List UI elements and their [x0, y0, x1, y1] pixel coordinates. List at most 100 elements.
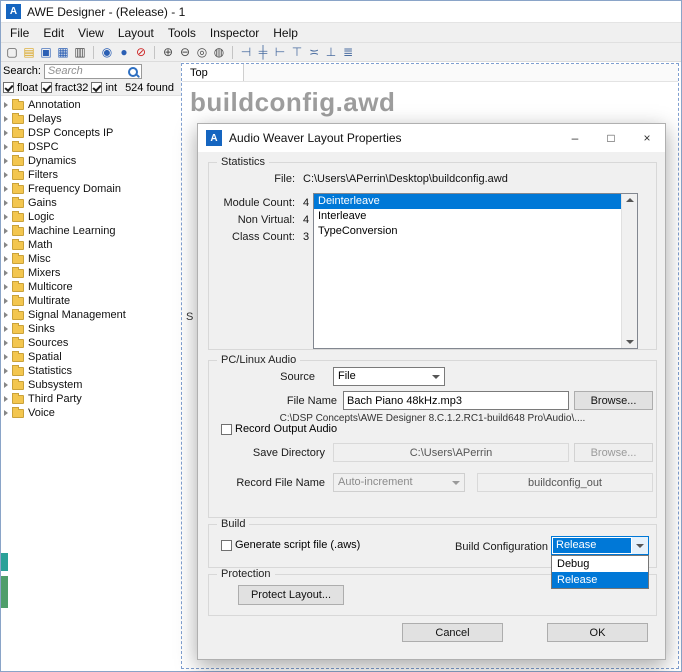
expander-icon[interactable] — [4, 242, 8, 248]
tree-item-subsystem[interactable]: Subsystem — [1, 378, 181, 392]
expander-icon[interactable] — [4, 228, 8, 234]
list-scrollbar[interactable] — [621, 194, 637, 348]
minimize-button[interactable]: – — [557, 124, 593, 152]
tree-item-misc[interactable]: Misc — [1, 252, 181, 266]
tree-item-dynamics[interactable]: Dynamics — [1, 154, 181, 168]
menu-view[interactable]: View — [71, 24, 111, 42]
align-right-icon[interactable]: ⊢ — [272, 44, 288, 60]
run-icon[interactable]: ● — [116, 44, 132, 60]
docked-tab-icon[interactable] — [1, 576, 8, 608]
tree-item-gains[interactable]: Gains — [1, 196, 181, 210]
tree-item-spatial[interactable]: Spatial — [1, 350, 181, 364]
expander-icon[interactable] — [4, 214, 8, 220]
zoom-out-icon[interactable]: ⊖ — [177, 44, 193, 60]
expander-icon[interactable] — [4, 144, 8, 150]
tree-item-dspc[interactable]: DSPC — [1, 140, 181, 154]
align-center-icon[interactable]: ╪ — [255, 44, 271, 60]
build-configuration-combobox[interactable]: Release — [551, 536, 649, 555]
distribute-icon[interactable]: ≣ — [340, 44, 356, 60]
fract32-checkbox[interactable] — [41, 82, 52, 93]
tree-item-multicore[interactable]: Multicore — [1, 280, 181, 294]
expander-icon[interactable] — [4, 312, 8, 318]
generate-script-checkbox[interactable] — [221, 540, 232, 551]
save-all-icon[interactable]: ▦ — [55, 44, 71, 60]
docked-tab-icon[interactable] — [1, 553, 8, 571]
align-left-icon[interactable]: ⊣ — [238, 44, 254, 60]
filter-fract32[interactable]: fract32 — [41, 82, 89, 94]
menu-file[interactable]: File — [3, 24, 36, 42]
zoom-in-icon[interactable]: ⊕ — [160, 44, 176, 60]
menu-layout[interactable]: Layout — [111, 24, 161, 42]
expander-icon[interactable] — [4, 340, 8, 346]
cancel-button[interactable]: Cancel — [402, 623, 503, 642]
expander-icon[interactable] — [4, 284, 8, 290]
tree-item-delays[interactable]: Delays — [1, 112, 181, 126]
record-output-checkbox-row[interactable]: Record Output Audio — [221, 423, 337, 435]
browse-file-button[interactable]: Browse... — [574, 391, 653, 410]
expander-icon[interactable] — [4, 130, 8, 136]
tree-item-statistics[interactable]: Statistics — [1, 364, 181, 378]
tree-item-dsp-concepts-ip[interactable]: DSP Concepts IP — [1, 126, 181, 140]
tree-item-voice[interactable]: Voice — [1, 406, 181, 420]
file-name-input[interactable] — [344, 392, 568, 409]
chevron-down-icon[interactable] — [428, 368, 444, 385]
menu-tools[interactable]: Tools — [161, 24, 203, 42]
align-top-icon[interactable]: ⊤ — [289, 44, 305, 60]
module-list-item[interactable]: Interleave — [314, 209, 621, 224]
close-button[interactable]: × — [629, 124, 665, 152]
tree-item-signal-management[interactable]: Signal Management — [1, 308, 181, 322]
search-icon[interactable] — [127, 66, 139, 78]
record-output-checkbox[interactable] — [221, 424, 232, 435]
tree-item-machine-learning[interactable]: Machine Learning — [1, 224, 181, 238]
tree-item-sinks[interactable]: Sinks — [1, 322, 181, 336]
zoom-selection-icon[interactable]: ◍ — [211, 44, 227, 60]
float-checkbox[interactable] — [3, 82, 14, 93]
align-bottom-icon[interactable]: ⊥ — [323, 44, 339, 60]
connect-icon[interactable]: ◉ — [99, 44, 115, 60]
ok-button[interactable]: OK — [547, 623, 648, 642]
protect-layout-button[interactable]: Protect Layout... — [238, 585, 344, 605]
tree-item-frequency-domain[interactable]: Frequency Domain — [1, 182, 181, 196]
tree-item-filters[interactable]: Filters — [1, 168, 181, 182]
expander-icon[interactable] — [4, 200, 8, 206]
expander-icon[interactable] — [4, 186, 8, 192]
tree-item-logic[interactable]: Logic — [1, 210, 181, 224]
dropdown-option-release[interactable]: Release — [552, 572, 648, 588]
expander-icon[interactable] — [4, 102, 8, 108]
copy-icon[interactable]: ▥ — [72, 44, 88, 60]
chevron-down-icon[interactable] — [632, 537, 648, 554]
tree-item-sources[interactable]: Sources — [1, 336, 181, 350]
module-list-item[interactable]: TypeConversion — [314, 224, 621, 239]
expander-icon[interactable] — [4, 368, 8, 374]
expander-icon[interactable] — [4, 298, 8, 304]
menu-inspector[interactable]: Inspector — [203, 24, 266, 42]
expander-icon[interactable] — [4, 116, 8, 122]
expander-icon[interactable] — [4, 354, 8, 360]
dropdown-option-debug[interactable]: Debug — [552, 556, 648, 572]
maximize-button[interactable]: □ — [593, 124, 629, 152]
zoom-fit-icon[interactable]: ◎ — [194, 44, 210, 60]
align-middle-icon[interactable]: ≍ — [306, 44, 322, 60]
menu-help[interactable]: Help — [266, 24, 305, 42]
new-file-icon[interactable]: ▢ — [4, 44, 20, 60]
expander-icon[interactable] — [4, 158, 8, 164]
halt-icon[interactable]: ⊘ — [133, 44, 149, 60]
expander-icon[interactable] — [4, 396, 8, 402]
menu-edit[interactable]: Edit — [36, 24, 71, 42]
expander-icon[interactable] — [4, 256, 8, 262]
tree-item-multirate[interactable]: Multirate — [1, 294, 181, 308]
tab-top[interactable]: Top — [182, 64, 244, 81]
source-combobox[interactable]: File — [333, 367, 445, 386]
open-folder-icon[interactable]: ▤ — [21, 44, 37, 60]
tree-item-math[interactable]: Math — [1, 238, 181, 252]
scroll-down-icon[interactable] — [626, 340, 634, 344]
expander-icon[interactable] — [4, 382, 8, 388]
scroll-up-icon[interactable] — [626, 198, 634, 202]
filter-int[interactable]: int — [91, 82, 117, 94]
generate-script-checkbox-row[interactable]: Generate script file (.aws) — [221, 539, 360, 551]
tree-item-annotation[interactable]: Annotation — [1, 98, 181, 112]
expander-icon[interactable] — [4, 172, 8, 178]
module-list-item[interactable]: Deinterleave — [314, 194, 621, 209]
filter-float[interactable]: float — [3, 82, 38, 94]
save-icon[interactable]: ▣ — [38, 44, 54, 60]
